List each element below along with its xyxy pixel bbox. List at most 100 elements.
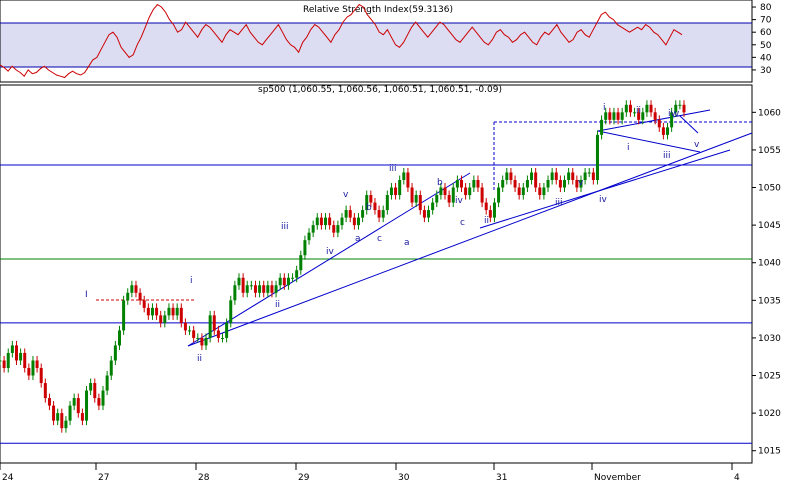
candle-body [361,210,365,218]
candle-body [328,217,332,226]
rsi-panel: Relative Strength Index(59.3136) 30 40 50 6… [0,0,772,83]
wave-label: ii [484,216,489,226]
candle-body [336,225,340,233]
candle-body [410,187,414,203]
wave-label: v [694,140,700,150]
candle-body [52,405,56,421]
candle-body [208,315,212,338]
price-frame [0,84,753,464]
candle-body [600,119,604,135]
candle-body [109,360,113,376]
x-tick-label: 31 [496,473,507,482]
candle-body [192,330,196,338]
candle-body [19,352,23,361]
candle-body [480,187,484,203]
price-tick-label: 1035 [758,296,781,306]
candle-body [76,398,80,414]
price-tick-label: 1050 [758,184,781,194]
price-tick-label: 1025 [758,372,781,382]
candle-body [319,217,323,226]
candle-body [14,345,18,361]
candle-body [167,307,171,316]
candle-body [653,112,657,120]
wave-label: I [85,290,88,300]
wave-label: b [437,178,443,188]
candle-body [258,285,262,293]
candle-body [546,180,550,188]
candle-body [406,172,410,188]
candle-body [501,180,505,188]
candle-body [439,187,443,196]
rsi-band [0,23,752,67]
candle-body [422,210,426,218]
candle-body [68,405,72,421]
candle-body [286,277,290,286]
price-tick-label: 1045 [758,221,781,231]
candle-body [398,180,402,196]
candle-body [352,217,356,226]
rsi-title: Relative Strength Index(59.3136) [303,5,453,15]
candle-body [225,322,229,338]
candle-body [253,285,257,293]
candle-body [60,413,64,429]
candle-body [542,187,546,196]
candle-body [563,180,567,188]
candle-body [0,360,2,362]
candle-body [303,240,307,256]
x-tick-label: 28 [198,473,210,482]
candle-body [525,180,529,188]
candle-body [35,360,39,368]
candle-body [188,330,192,332]
candle-body [587,172,591,174]
wave-label: i [603,103,606,113]
price-tick-label: 1030 [758,334,781,344]
wave-label: iii [281,222,289,232]
candle-body [678,104,682,106]
candle-body [567,172,571,180]
price-tick-label: 1060 [758,108,781,118]
candle-body [447,195,451,203]
price-tick-label: 1055 [758,146,781,156]
candle-body [150,307,154,316]
candle-body [661,127,665,135]
candle-body [80,413,84,421]
candle-body [377,210,381,218]
wave-label: ii [636,106,641,116]
candle-body [237,277,241,286]
rsi-tick-label: 30 [760,66,772,76]
candle-body [497,187,501,203]
candle-body [414,195,418,203]
candle-body [464,187,468,196]
candle-body [249,285,253,287]
rsi-tick-label: 60 [760,28,772,38]
rsi-tick-label: 70 [760,16,772,26]
chart-window: Relative Strength Index(59.3136) 30 40 50 6… [0,0,795,482]
wave-label: c [460,218,465,228]
candle-body [620,112,624,120]
candle-body [278,277,282,286]
candle-body [468,187,472,196]
candle-body [27,368,31,376]
candle-body [348,210,352,218]
price-panel: sp500 (1,060.55, 1,060.56, 1,060.51, 1,0… [0,84,781,482]
wave-label: a [404,238,410,248]
candle-body [204,337,208,346]
candle-body [595,134,599,180]
trendline-lower [479,149,731,229]
wave-label: v [343,190,349,200]
x-tick-label: 27 [98,473,109,482]
candle-body [171,307,175,316]
candle-body [608,112,612,120]
candle-body [122,300,126,331]
candle-body [389,187,393,196]
candle-body [72,398,76,406]
price-tick-label: 1015 [758,447,781,457]
candle-body [332,225,336,233]
candle-body [134,285,138,293]
candle-body [521,187,525,196]
candle-body [196,337,200,339]
candle-body [130,285,134,293]
candle-body [583,172,587,180]
candle-body [245,285,249,293]
candle-body [270,285,274,293]
